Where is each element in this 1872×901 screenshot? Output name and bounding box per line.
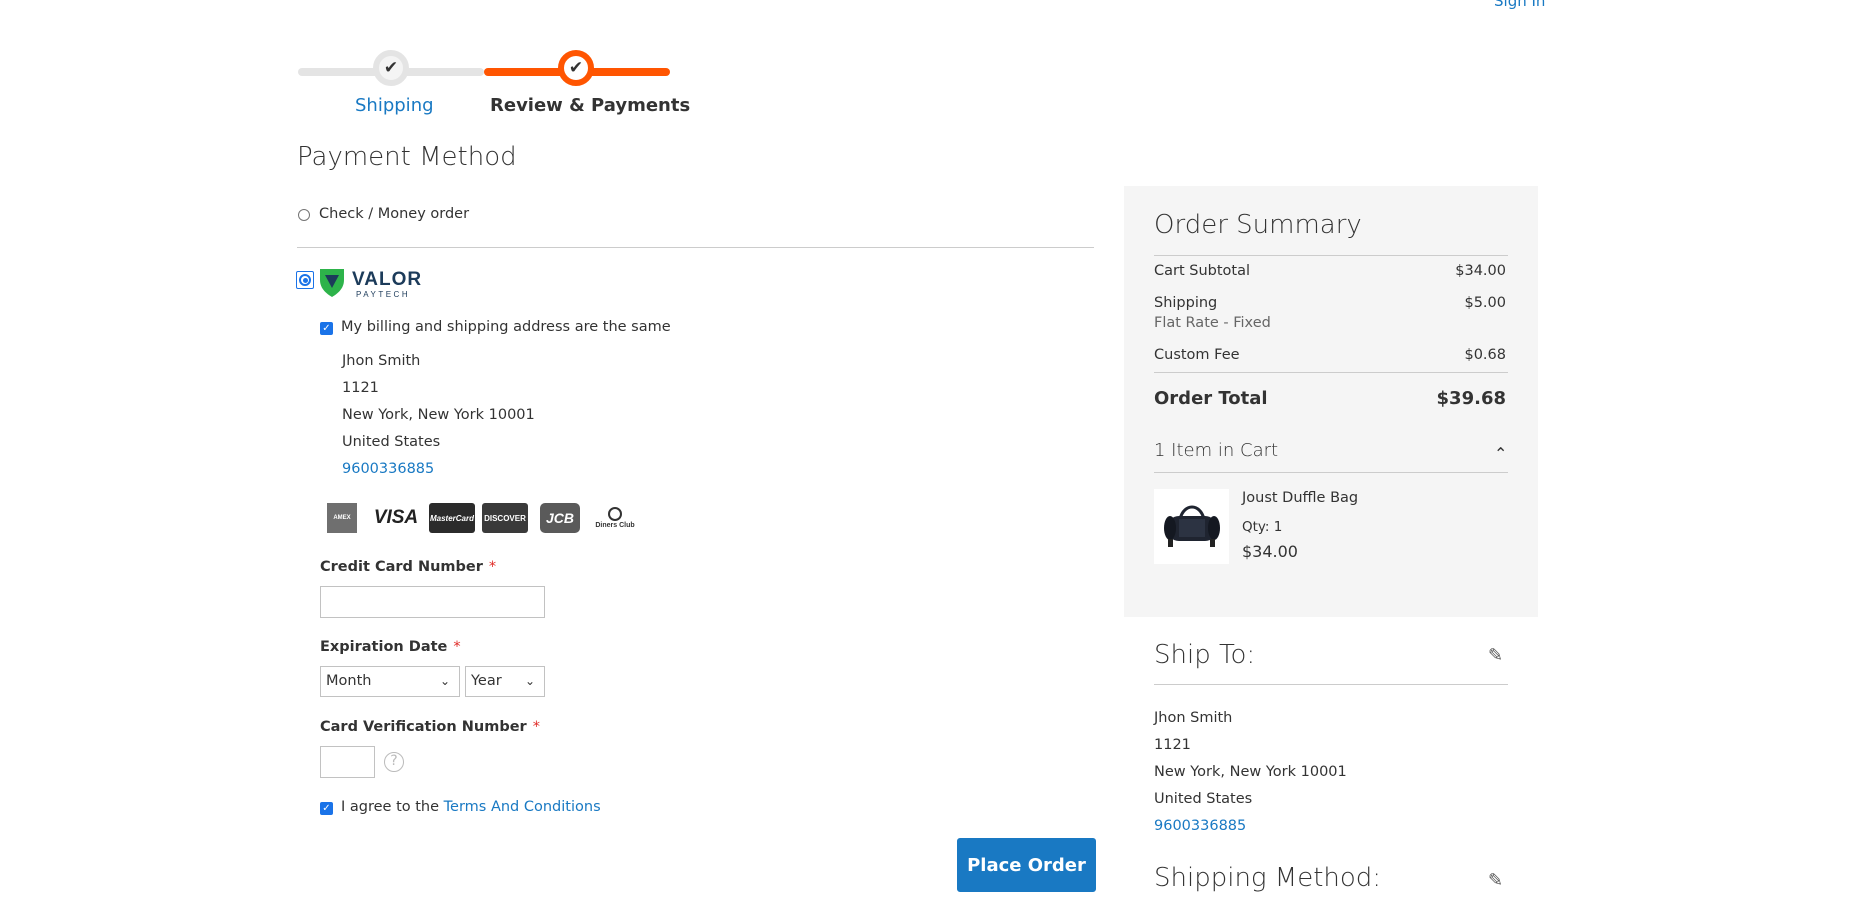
progress-step-review-marker: ✔ xyxy=(558,50,594,86)
shipping-method-title: Shipping Method: xyxy=(1154,863,1382,893)
product-thumbnail xyxy=(1154,489,1229,564)
terms-checkbox[interactable]: ✓ xyxy=(320,802,333,815)
pencil-icon[interactable]: ✎ xyxy=(1488,645,1503,666)
place-order-button[interactable]: Place Order xyxy=(957,838,1096,892)
valor-radio[interactable] xyxy=(296,271,314,289)
summary-divider xyxy=(1154,255,1508,256)
valor-logo-sub: PAYTECH xyxy=(356,290,411,299)
order-total-value: $39.68 xyxy=(1436,388,1506,409)
billing-name: Jhon Smith xyxy=(342,353,421,369)
cc-number-input[interactable] xyxy=(320,586,545,618)
product-qty: Qty: 1 xyxy=(1242,519,1283,535)
cc-number-label: Credit Card Number * xyxy=(320,559,497,575)
billing-country: United States xyxy=(342,434,441,450)
diners-club-card-icon: Diners Club xyxy=(594,503,636,533)
ship-to-country: United States xyxy=(1154,791,1253,807)
ship-to-name: Jhon Smith xyxy=(1154,710,1233,726)
discover-card-icon: DISCOVER xyxy=(482,503,528,533)
ship-to-street: 1121 xyxy=(1154,737,1191,753)
shipping-value: $5.00 xyxy=(1464,295,1506,311)
product-name: Joust Duffle Bag xyxy=(1242,490,1359,506)
valor-paytech-logo: VALOR PAYTECH xyxy=(318,266,428,300)
amex-card-icon: AMEX xyxy=(327,503,357,533)
expiration-year-select[interactable]: Year ⌄ xyxy=(465,666,545,697)
mastercard-card-icon: MasterCard xyxy=(429,503,475,533)
terms-label[interactable]: I agree to the Terms And Conditions xyxy=(341,799,601,815)
sign-in-link[interactable]: Sign In xyxy=(1494,0,1545,10)
billing-same-checkbox[interactable]: ✓ xyxy=(320,322,333,335)
ship-to-phone-link[interactable]: 9600336885 xyxy=(1154,818,1246,834)
items-in-cart-heading: 1 Item in Cart xyxy=(1154,440,1279,461)
billing-same-label[interactable]: My billing and shipping address are the … xyxy=(341,319,671,335)
shipping-method-name: Flat Rate - Fixed xyxy=(1154,315,1271,331)
terms-link[interactable]: Terms And Conditions xyxy=(444,799,601,815)
billing-street: 1121 xyxy=(342,380,379,396)
progress-step-review: Review & Payments xyxy=(490,95,691,116)
check-money-order-label[interactable]: Check / Money order xyxy=(319,206,469,222)
cart-subtotal-value: $34.00 xyxy=(1455,263,1506,279)
cart-subtotal-label: Cart Subtotal xyxy=(1154,263,1251,279)
billing-phone-link[interactable]: 9600336885 xyxy=(342,461,434,477)
expiration-month-select[interactable]: Month ⌄ xyxy=(320,666,460,697)
chevron-up-icon: ⌃ xyxy=(1494,444,1508,463)
jcb-card-icon: JCB xyxy=(540,503,580,533)
order-total-label: Order Total xyxy=(1154,388,1268,409)
expiration-label: Expiration Date * xyxy=(320,639,461,655)
cvv-input[interactable] xyxy=(320,746,375,778)
payment-method-title: Payment Method xyxy=(297,142,517,172)
progress-step-shipping[interactable]: Shipping xyxy=(355,95,434,116)
check-icon: ✔ xyxy=(568,58,584,78)
visa-card-icon: VISA xyxy=(373,507,419,528)
chevron-down-icon: ⌄ xyxy=(439,674,450,688)
cvv-label: Card Verification Number * xyxy=(320,719,540,735)
progress-step-shipping-marker: ✔ xyxy=(373,50,409,86)
check-money-order-radio[interactable] xyxy=(298,209,310,221)
cvv-help-icon[interactable]: ? xyxy=(384,752,404,772)
valor-logo-word: VALOR xyxy=(352,269,423,290)
product-price: $34.00 xyxy=(1242,542,1298,561)
summary-total-divider xyxy=(1154,372,1508,373)
pencil-icon[interactable]: ✎ xyxy=(1488,870,1503,891)
chevron-down-icon: ⌄ xyxy=(524,674,535,688)
items-divider xyxy=(1154,472,1508,473)
payment-method-divider xyxy=(297,247,1094,248)
check-icon: ✔ xyxy=(383,58,399,78)
shipping-label: Shipping xyxy=(1154,295,1218,311)
ship-to-title: Ship To: xyxy=(1154,640,1256,670)
custom-fee-value: $0.68 xyxy=(1464,347,1506,363)
ship-to-divider xyxy=(1154,684,1508,685)
billing-city: New York, New York 10001 xyxy=(342,407,535,423)
ship-to-city: New York, New York 10001 xyxy=(1154,764,1347,780)
custom-fee-label: Custom Fee xyxy=(1154,347,1240,363)
order-summary-title: Order Summary xyxy=(1154,210,1362,240)
